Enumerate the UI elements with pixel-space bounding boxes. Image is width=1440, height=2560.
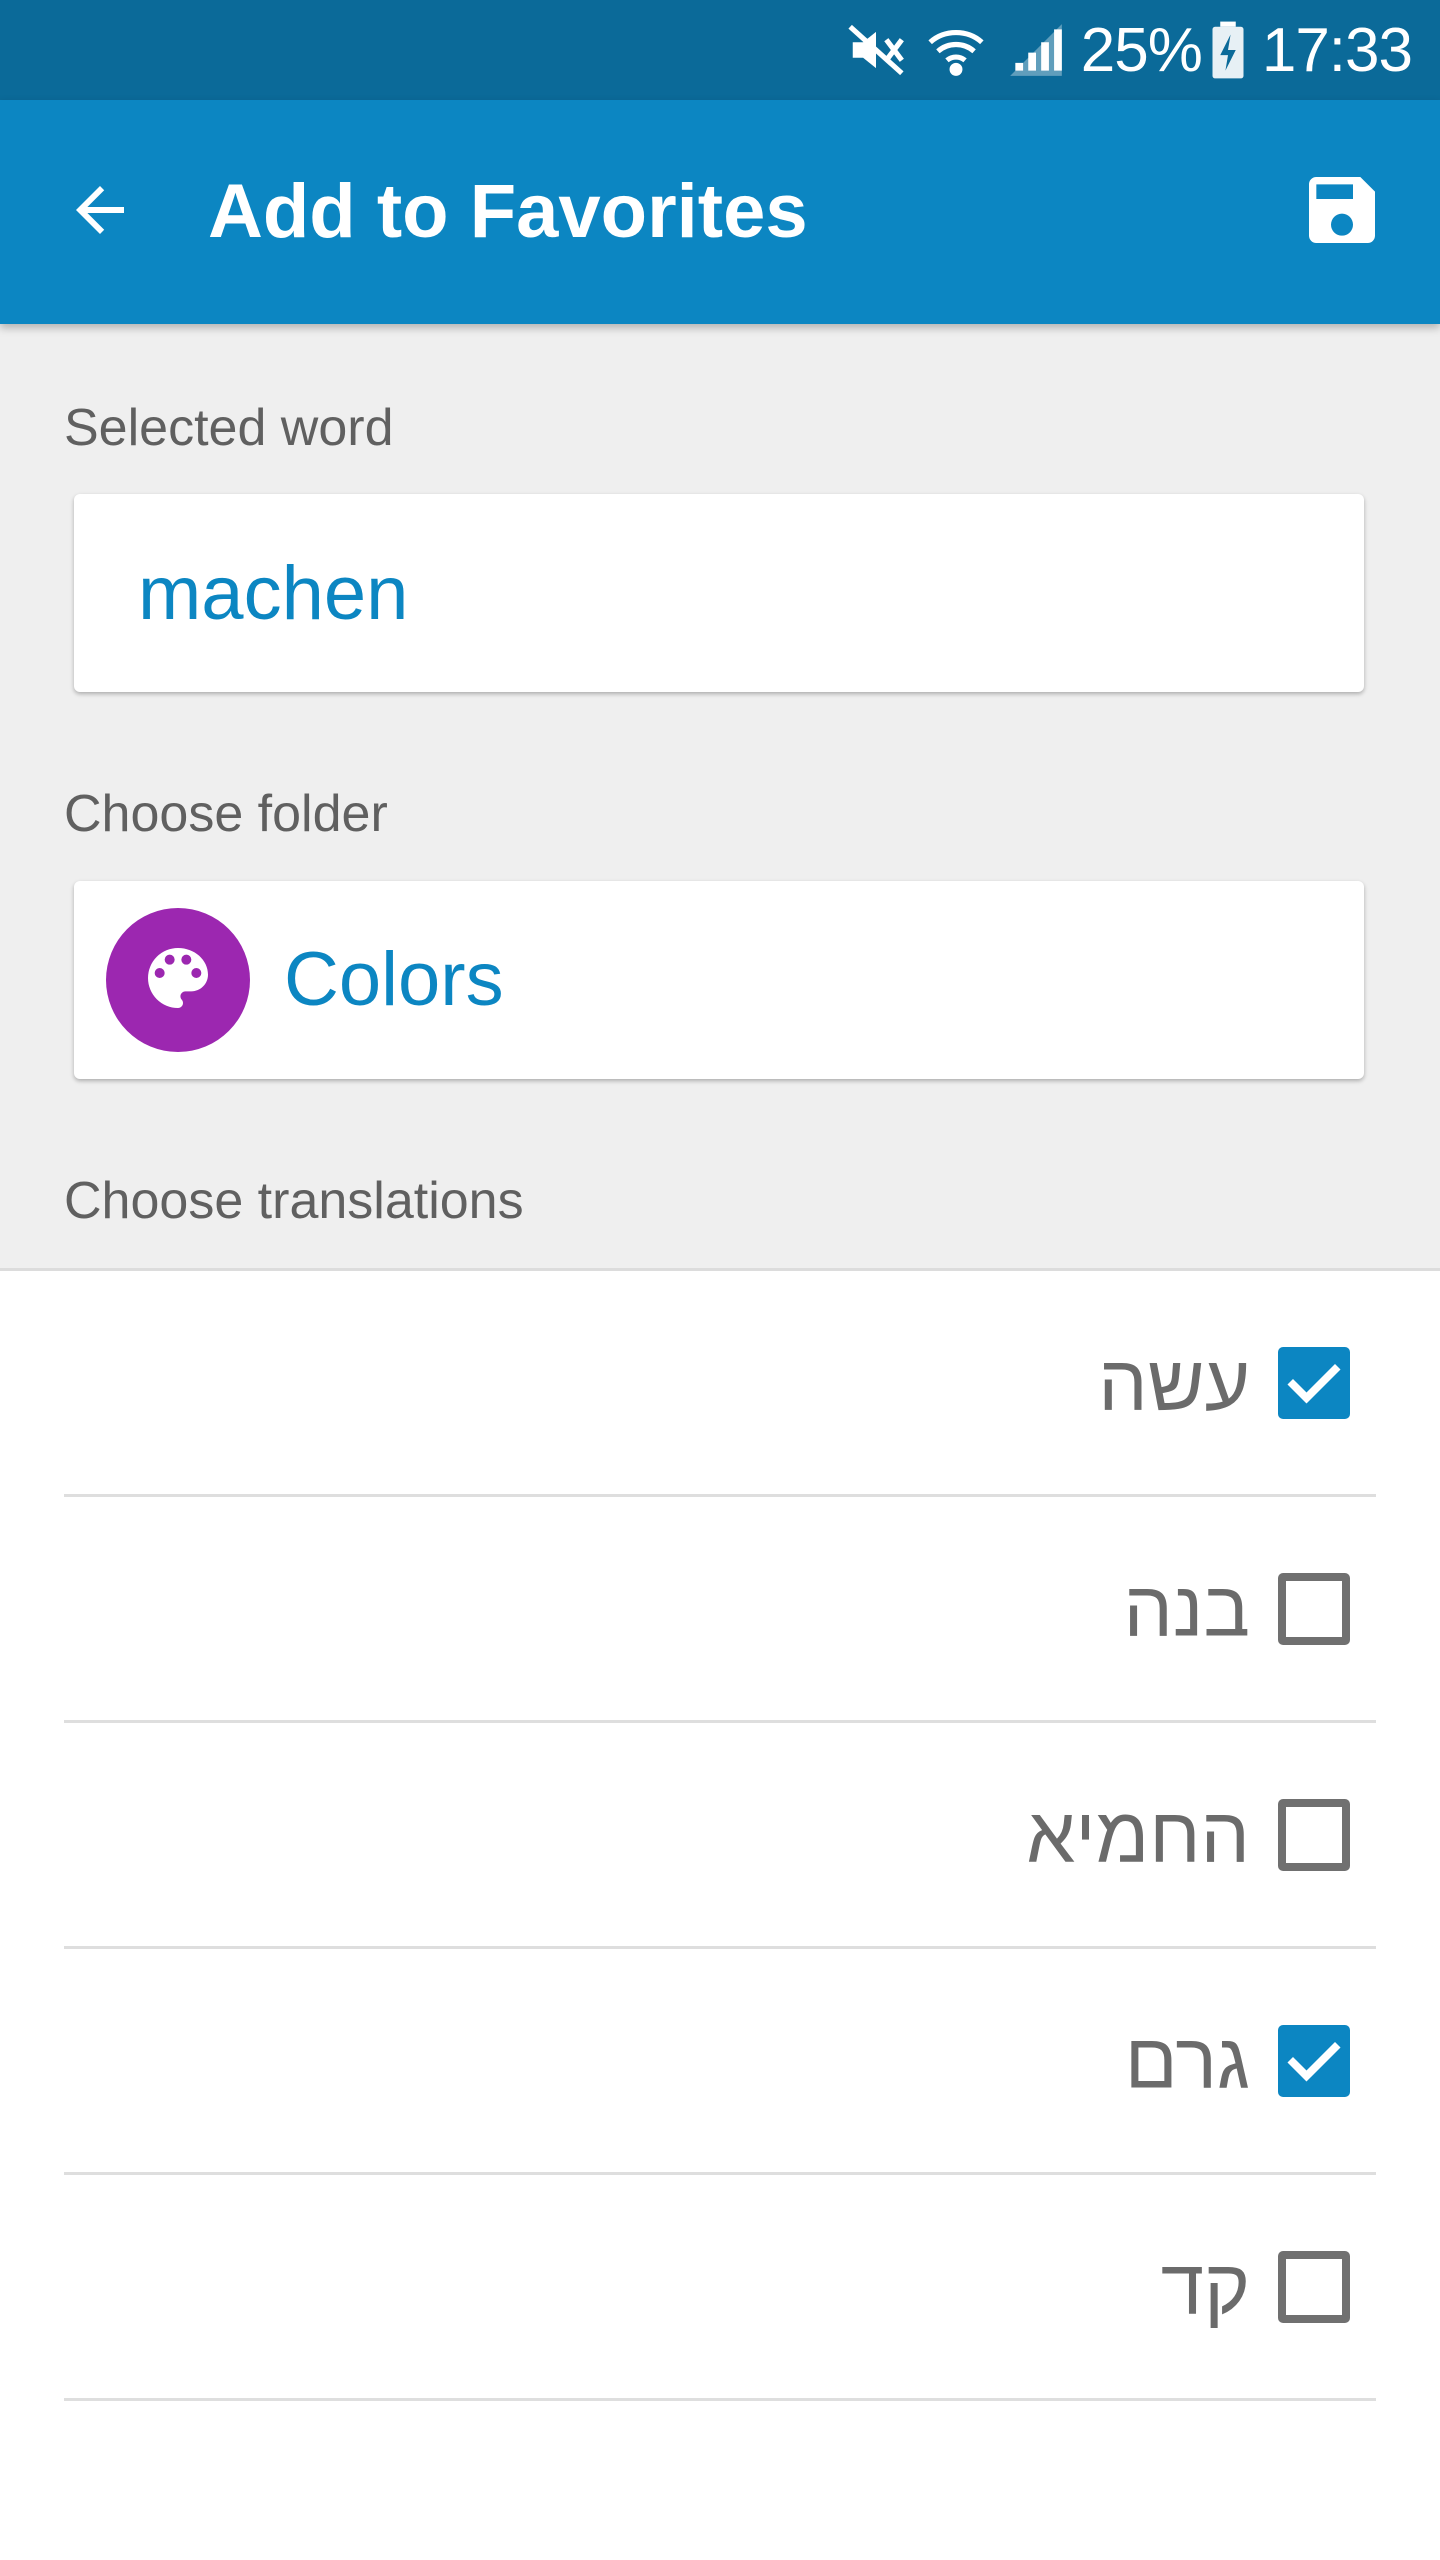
- selected-word-input[interactable]: [138, 494, 1318, 692]
- translation-text: עשה: [1098, 1338, 1250, 1426]
- folder-avatar: [106, 908, 250, 1052]
- translation-text: בנה: [1123, 1564, 1250, 1652]
- translation-row[interactable]: גרם: [64, 1949, 1376, 2175]
- battery-percent: 25%: [1080, 15, 1203, 85]
- clock: 17:33: [1261, 15, 1413, 85]
- translation-row[interactable]: החמיא: [64, 1723, 1376, 1949]
- translation-text: גרם: [1124, 2016, 1250, 2104]
- translation-checkbox[interactable]: [1278, 1346, 1350, 1419]
- choose-translations-label: Choose translations: [64, 1172, 524, 1230]
- mute-icon: [845, 19, 907, 81]
- translation-text: החמיא: [1026, 1790, 1250, 1878]
- app-bar: Add to Favorites: [0, 100, 1440, 324]
- translation-row[interactable]: קד: [64, 2175, 1376, 2401]
- save-icon: [1298, 166, 1386, 259]
- signal-icon: [1005, 19, 1067, 81]
- status-bar: 25% 17:33: [0, 0, 1440, 100]
- form-area: Selected word Choose folder Colors Choos…: [0, 324, 1440, 1271]
- translation-checkbox[interactable]: [1278, 2250, 1350, 2323]
- battery-charging-icon: [1208, 19, 1248, 81]
- palette-icon: [138, 938, 218, 1023]
- checkmark-icon: [1287, 2041, 1341, 2082]
- translation-row[interactable]: עשה: [64, 1271, 1376, 1497]
- translations-list: עשה בנה החמיא גרם קד: [0, 1271, 1440, 2401]
- translation-checkbox[interactable]: [1278, 1572, 1350, 1645]
- page-title: Add to Favorites: [208, 169, 808, 254]
- arrow-back-icon: [64, 174, 136, 251]
- save-button[interactable]: [1292, 162, 1392, 262]
- translation-row[interactable]: בנה: [64, 1497, 1376, 1723]
- folder-name: Colors: [284, 937, 504, 1022]
- checkmark-icon: [1287, 1363, 1341, 1404]
- selected-word-label: Selected word: [64, 399, 394, 457]
- translation-checkbox[interactable]: [1278, 2024, 1350, 2097]
- back-button[interactable]: [52, 164, 148, 260]
- selected-word-card: [74, 494, 1364, 692]
- folder-selector[interactable]: Colors: [74, 881, 1364, 1079]
- translation-text: קד: [1160, 2242, 1250, 2330]
- wifi-icon: [925, 19, 987, 81]
- choose-folder-label: Choose folder: [64, 785, 388, 843]
- translation-checkbox[interactable]: [1278, 1798, 1350, 1871]
